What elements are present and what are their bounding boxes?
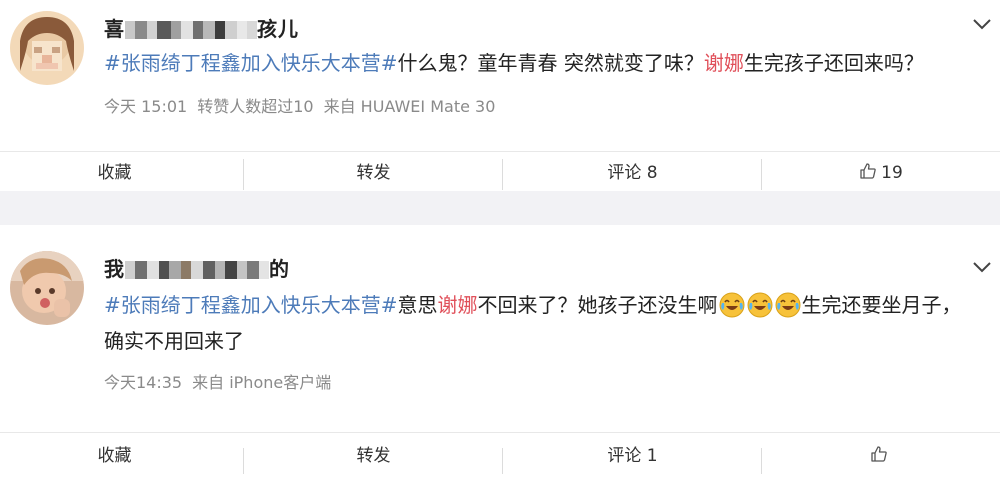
laugh-cry-emoji-icon [719, 292, 745, 318]
action-bar: 收藏 转发 评论 1 [0, 432, 1000, 474]
chevron-down-icon[interactable] [970, 255, 994, 279]
feed-separator [0, 191, 1000, 225]
username-text-end: 的 [269, 257, 290, 281]
post-text-part: 不回来了？她孩子还没生啊 [477, 293, 718, 317]
chevron-down-icon[interactable] [970, 12, 994, 36]
hashtag-link[interactable]: #张雨绮丁程鑫加入快乐大本营# [104, 51, 398, 75]
repost-count-text: 转赞人数超过10 [197, 97, 314, 116]
username[interactable]: 我的 [104, 253, 290, 282]
avatar[interactable] [10, 11, 84, 85]
username-text-start: 我 [104, 257, 125, 281]
comment-button[interactable]: 评论 8 [503, 152, 762, 192]
mention-link[interactable]: 谢娜 [704, 51, 744, 75]
post-text: #张雨绮丁程鑫加入快乐大本营#什么鬼？童年青春 突然就变了味？谢娜生完孩子还回来… [104, 45, 976, 81]
post-meta: 今天14:35 来自 iPhone客户端 [104, 369, 341, 393]
mention-link[interactable]: 谢娜 [438, 293, 478, 317]
username-mosaic [125, 20, 257, 39]
hashtag-link[interactable]: #张雨绮丁程鑫加入快乐大本营# [104, 293, 398, 317]
post-source[interactable]: 来自 HUAWEI Mate 30 [324, 97, 496, 116]
post-text-part: 生完孩子还回来吗？ [743, 51, 924, 75]
username-text-start: 喜 [104, 17, 125, 41]
like-button[interactable] [762, 433, 1000, 462]
username[interactable]: 喜 孩儿 [104, 13, 299, 42]
favorite-button[interactable]: 收藏 [0, 152, 229, 192]
thumbs-up-icon [859, 154, 877, 179]
username-text-end: 孩儿 [257, 17, 299, 41]
action-bar: 收藏 转发 评论 8 19 [0, 151, 1000, 192]
laugh-cry-emoji-icon [747, 292, 773, 318]
post-time[interactable]: 今天14:35 [104, 373, 182, 392]
favorite-button[interactable]: 收藏 [0, 433, 229, 466]
post-text-part: 意思 [397, 293, 438, 317]
repost-button[interactable]: 转发 [244, 433, 503, 466]
post-meta: 今天 15:01 转赞人数超过10 来自 HUAWEI Mate 30 [104, 93, 505, 117]
like-button[interactable]: 19 [762, 152, 1000, 192]
repost-button[interactable]: 转发 [244, 152, 503, 192]
weibo-post: 喜 孩儿 #张雨绮丁程鑫加入快乐大本营#什么鬼？童年青春 突然就变了味？谢娜生完孩… [0, 0, 1000, 191]
thumbs-up-icon [870, 435, 888, 462]
username-mosaic [125, 260, 269, 279]
post-source[interactable]: 来自 iPhone客户端 [192, 373, 331, 392]
like-count: 19 [881, 163, 903, 183]
laugh-cry-emoji-icon [775, 292, 801, 318]
post-text: #张雨绮丁程鑫加入快乐大本营#意思谢娜不回来了？她孩子还没生啊 生完还要坐月子，确… [104, 287, 976, 359]
weibo-post: 我的 #张雨绮丁程鑫加入快乐大本营#意思谢娜不回来了？她孩子还没生啊 生完还要坐月… [0, 225, 1000, 474]
post-text-part: 什么鬼？童年青春 突然就变了味？ [397, 51, 704, 75]
post-time[interactable]: 今天 15:01 [104, 97, 187, 116]
comment-button[interactable]: 评论 1 [503, 433, 762, 466]
avatar[interactable] [10, 251, 84, 325]
